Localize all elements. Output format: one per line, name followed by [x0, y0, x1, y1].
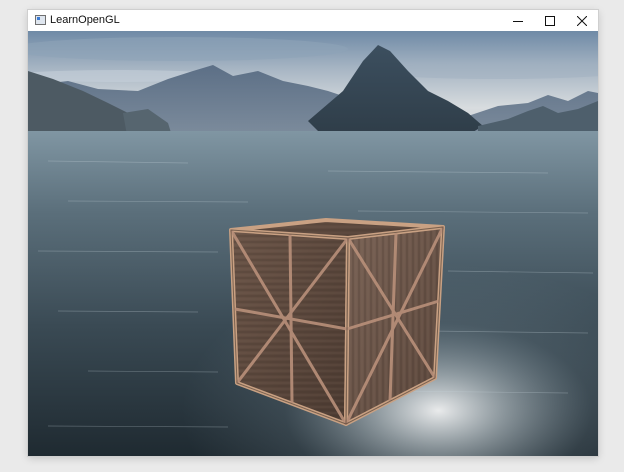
close-button[interactable]: [566, 10, 598, 31]
minimize-icon: [513, 20, 523, 22]
app-window: LearnOpenGL: [28, 10, 598, 456]
opengl-render-viewport[interactable]: [28, 31, 598, 456]
maximize-button[interactable]: [534, 10, 566, 31]
window-title: LearnOpenGL: [50, 14, 120, 26]
skybox-scene: [28, 31, 598, 456]
minimize-button[interactable]: [502, 10, 534, 31]
title-bar[interactable]: LearnOpenGL: [28, 10, 598, 31]
window-controls: [502, 10, 598, 31]
opengl-window-icon: [35, 15, 46, 25]
maximize-icon: [545, 15, 555, 26]
close-icon: [577, 15, 587, 26]
